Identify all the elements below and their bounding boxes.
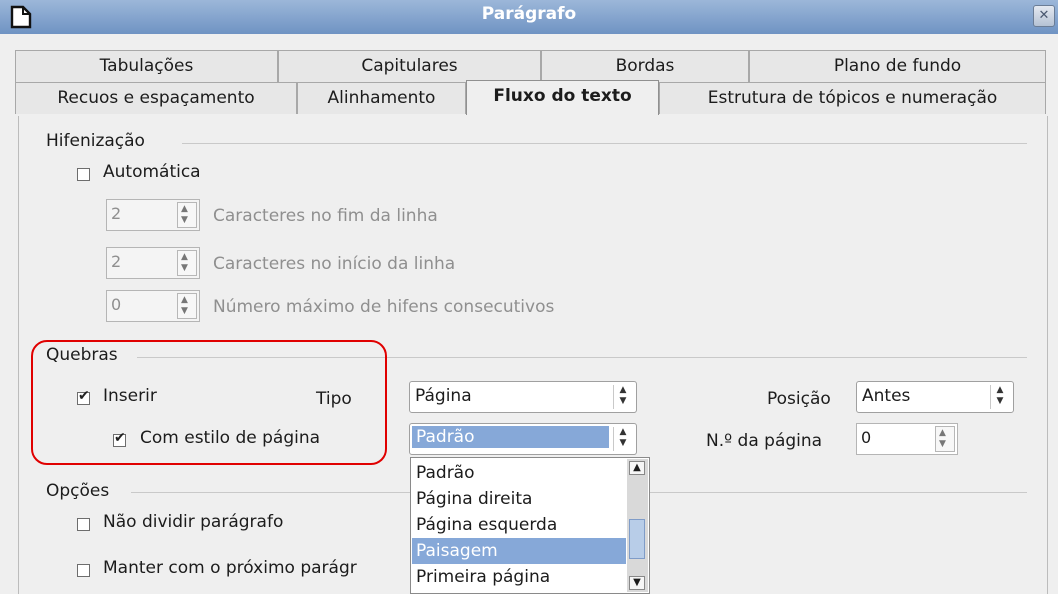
max-hyphens-spinbox[interactable]: 0 ▲ ▼ (106, 290, 200, 322)
spin-arrows[interactable]: ▲ ▼ (935, 426, 955, 452)
automatic-label[interactable]: Automática (103, 162, 201, 182)
scroll-down-icon[interactable]: ▼ (629, 576, 645, 590)
tab-tabulacoes[interactable]: Tabulações (15, 50, 278, 82)
tab-label: Plano de fundo (833, 56, 962, 76)
keep-next-label[interactable]: Manter com o próximo parágr (103, 558, 357, 578)
chars-end-value: 2 (111, 204, 122, 223)
paragraph-dialog: Parágrafo ✕ Tabulações Capitulares Borda… (0, 0, 1058, 594)
list-item[interactable]: Primeira página (412, 564, 626, 590)
max-hyphens-label: Número máximo de hifens consecutivos (213, 297, 555, 317)
break-type-select[interactable]: Página ▲ ▼ (409, 381, 637, 413)
tab-label: Recuos e espaçamento (57, 88, 255, 108)
page-style-value: Padrão (412, 426, 609, 448)
tab-label: Capitulares (361, 56, 458, 76)
chars-start-value: 2 (111, 252, 122, 271)
chevron-updown-icon: ▲ ▼ (613, 385, 632, 409)
tab-label: Alinhamento (327, 88, 436, 108)
list-item[interactable]: Página esquerda (412, 512, 626, 538)
tab-bordas[interactable]: Bordas (541, 50, 749, 82)
scroll-up-icon[interactable]: ▲ (629, 461, 645, 475)
dropdown-scrollbar[interactable]: ▲ ▼ (627, 459, 648, 592)
keep-next-checkbox[interactable] (77, 564, 90, 577)
spin-arrows[interactable]: ▲ ▼ (177, 293, 197, 319)
tab-alinhamento[interactable]: Alinhamento (297, 82, 466, 114)
tab-label: Tabulações (99, 56, 194, 76)
chars-end-spinbox[interactable]: 2 ▲ ▼ (106, 199, 200, 231)
list-item[interactable]: Padrão (412, 460, 626, 486)
window-title: Parágrafo (481, 4, 577, 24)
scroll-thumb[interactable] (629, 519, 645, 559)
page-number-value: 0 (861, 428, 872, 447)
options-section-label: Opções (46, 481, 110, 501)
chevron-updown-icon: ▲ ▼ (613, 427, 632, 451)
title-bar[interactable]: Parágrafo ✕ (0, 0, 1058, 34)
spin-arrows[interactable]: ▲ ▼ (177, 202, 197, 228)
chars-start-label: Caracteres no início da linha (213, 254, 456, 274)
tab-estrutura-de-topicos[interactable]: Estrutura de tópicos e numeração (659, 82, 1046, 114)
page-number-label: N.º da página (706, 431, 823, 451)
break-type-value: Página (415, 386, 472, 406)
hyphenation-section-label: Hifenização (46, 131, 145, 151)
highlight-annotation (31, 340, 387, 465)
dont-split-checkbox[interactable] (77, 518, 90, 531)
list-item[interactable]: Página direita (412, 486, 626, 512)
chevron-updown-icon: ▲ ▼ (990, 385, 1009, 409)
spin-arrows[interactable]: ▲ ▼ (177, 250, 197, 276)
list-item[interactable]: Paisagem (412, 538, 626, 564)
tab-label: Bordas (615, 56, 675, 76)
tab-label: Fluxo do texto (493, 86, 632, 106)
tab-fluxo-do-texto[interactable]: Fluxo do texto (466, 80, 659, 115)
break-position-select[interactable]: Antes ▲ ▼ (856, 381, 1014, 413)
page-style-select[interactable]: Padrão ▲ ▼ (409, 423, 637, 455)
max-hyphens-value: 0 (111, 295, 122, 314)
page-style-dropdown-list[interactable]: Padrão Página direita Página esquerda Pa… (410, 457, 650, 594)
tab-recuos-e-espacamento[interactable]: Recuos e espaçamento (15, 82, 297, 114)
tab-capitulares[interactable]: Capitulares (278, 50, 541, 82)
break-position-value: Antes (862, 386, 911, 406)
dont-split-label[interactable]: Não dividir parágrafo (103, 512, 283, 532)
page-number-spinbox[interactable]: 0 ▲ ▼ (856, 423, 958, 455)
position-label: Posição (767, 389, 831, 409)
close-button[interactable]: ✕ (1033, 5, 1055, 27)
chars-start-spinbox[interactable]: 2 ▲ ▼ (106, 247, 200, 279)
automatic-checkbox[interactable] (77, 168, 90, 181)
chars-end-label: Caracteres no fim da linha (213, 206, 438, 226)
tab-plano-de-fundo[interactable]: Plano de fundo (749, 50, 1046, 82)
tab-label: Estrutura de tópicos e numeração (707, 88, 998, 108)
hyphenation-separator (182, 143, 1027, 144)
close-icon: ✕ (1038, 8, 1050, 23)
